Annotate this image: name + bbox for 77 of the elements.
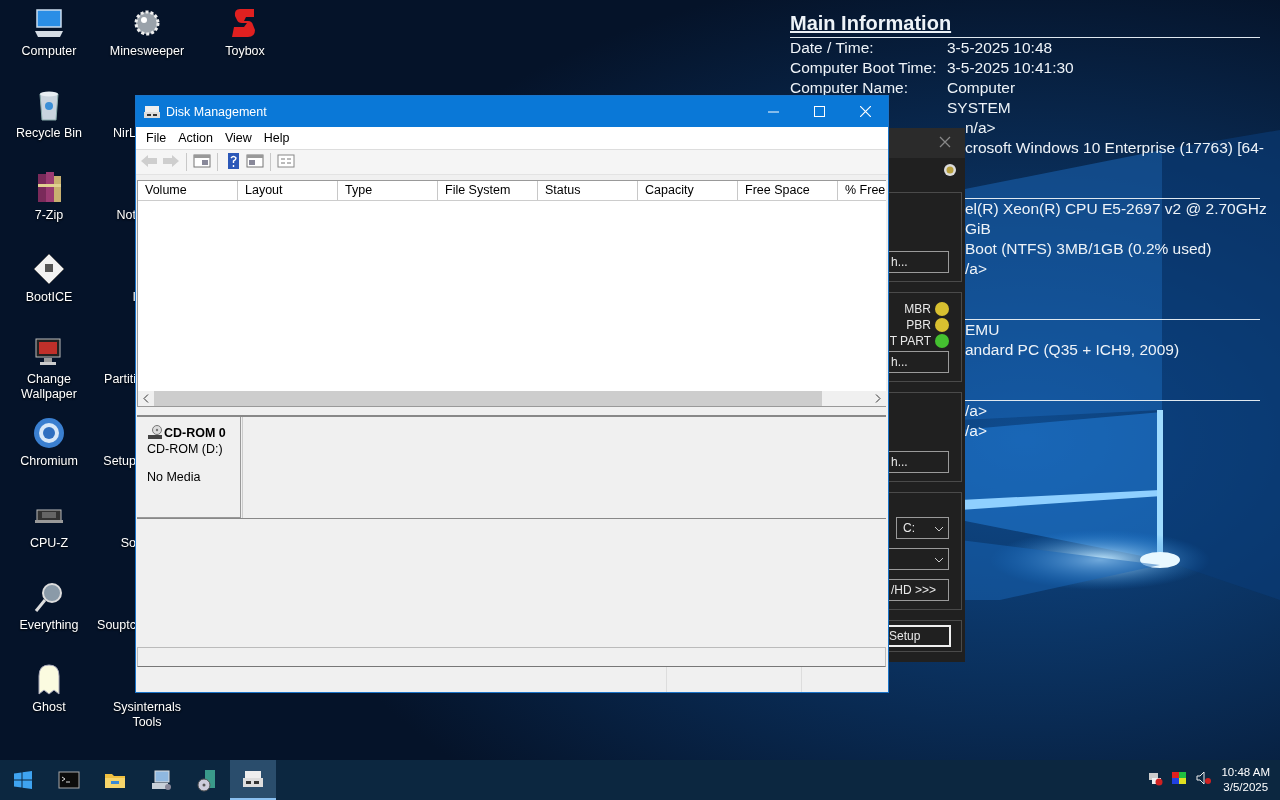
info-value: n/a> [965, 118, 996, 138]
icon-label[interactable]: CPU-Z [29, 536, 69, 551]
tool-button[interactable]: Setup [887, 625, 951, 647]
info-label: Computer Boot Time: [790, 58, 938, 78]
info-value: EMU [965, 320, 1000, 340]
status-label: PBR [906, 318, 931, 332]
icon-label[interactable]: Partiti [104, 372, 136, 387]
color-square-icon[interactable] [1171, 770, 1188, 786]
window-title: Disk Management [166, 104, 268, 119]
menu-item[interactable]: Help [257, 131, 296, 145]
info-label: Date / Time: [790, 38, 875, 58]
tool-button[interactable]: h... [889, 351, 949, 373]
computer-icon [149, 768, 173, 792]
icon-label[interactable]: Toybox [225, 44, 265, 59]
monitor-icon[interactable] [32, 6, 66, 40]
info-label: Computer Name: [790, 78, 909, 98]
menu-item[interactable]: Action [172, 131, 219, 145]
scrollbar-thumb[interactable] [154, 391, 822, 406]
icon-label[interactable]: Sysinternals Tools [99, 700, 195, 730]
icon-label[interactable]: Chromium [20, 454, 78, 469]
panel-icon[interactable] [193, 152, 211, 169]
icon-label[interactable]: 7-Zip [34, 208, 64, 223]
caret-icon [934, 557, 944, 563]
icon-label[interactable]: Ghost [32, 700, 66, 715]
info-value: 3-5-2025 10:41:30 [947, 58, 1074, 78]
maximize-icon[interactable] [813, 106, 825, 117]
icon-label[interactable]: NirL [113, 126, 136, 141]
disk-name: CD-ROM 0 [164, 425, 226, 440]
disk-detail: CD-ROM (D:) [147, 442, 224, 456]
menu-item[interactable]: File [140, 131, 173, 145]
tool-button[interactable]: h... [889, 451, 949, 473]
icon-label[interactable]: So [120, 536, 136, 551]
caret-icon [934, 526, 944, 532]
info-value: el(R) Xeon(R) CPU E5-2697 v2 @ 2.70GHz [965, 199, 1267, 219]
terminal-icon [57, 768, 81, 792]
tool-button[interactable]: h... [889, 251, 949, 273]
info-value: /a> [965, 401, 987, 421]
info-value: /a> [965, 421, 987, 441]
scroll-right-icon[interactable] [875, 394, 881, 403]
info-value: SYSTEM [947, 98, 1011, 118]
info-value: Computer [947, 78, 1016, 98]
globe-icon[interactable] [32, 416, 66, 450]
icon-label[interactable]: Not [116, 208, 136, 223]
scroll-left-icon[interactable] [143, 394, 149, 403]
info-value: /a> [965, 259, 987, 279]
drive-dropdown[interactable]: C: [896, 517, 949, 539]
info-value: Boot (NTFS) 3MB/1GB (0.2% used) [965, 239, 1212, 259]
network-error-icon[interactable] [1147, 770, 1164, 786]
tool-button[interactable]: /HD >>> [889, 579, 949, 601]
icon-label[interactable]: Minesweeper [109, 44, 185, 59]
info-heading: Main Information [790, 11, 1260, 38]
info-value: crosoft Windows 10 Enterprise (17763) [64- [965, 138, 1264, 158]
clock-date[interactable]: 3/5/2025 [1221, 780, 1270, 795]
icon-label[interactable]: Setup [103, 454, 136, 469]
menu-item[interactable]: View [218, 131, 258, 145]
info-value: andard PC (Q35 + ICH9, 2009) [965, 340, 1180, 360]
panel-icon[interactable] [246, 152, 264, 169]
taskbar-button[interactable] [230, 760, 276, 800]
info-value: GiB [965, 219, 991, 239]
icon-label[interactable]: BootICE [25, 290, 73, 305]
start-icon[interactable] [14, 771, 32, 789]
icon-label[interactable]: Souptc [97, 618, 136, 633]
icon-label[interactable]: Change Wallpaper [1, 372, 97, 402]
close-icon[interactable] [939, 136, 951, 148]
clock-time[interactable]: 10:48 AM [1221, 765, 1270, 780]
info-value: 3-5-2025 10:48 [947, 38, 1053, 58]
orb-icon[interactable] [943, 163, 957, 177]
icon-label[interactable]: Everything [19, 618, 79, 633]
icon-label[interactable]: Recycle Bin [16, 126, 82, 141]
icon-label[interactable]: Computer [21, 44, 77, 59]
drive-icon [144, 104, 160, 119]
disk-status: No Media [147, 470, 202, 484]
cd-drive-icon [147, 425, 163, 440]
status-label: T PART [889, 334, 931, 348]
speaker-muted-icon[interactable] [1195, 770, 1212, 786]
icon-label[interactable]: I [132, 290, 136, 305]
status-label: MBR [904, 302, 931, 316]
